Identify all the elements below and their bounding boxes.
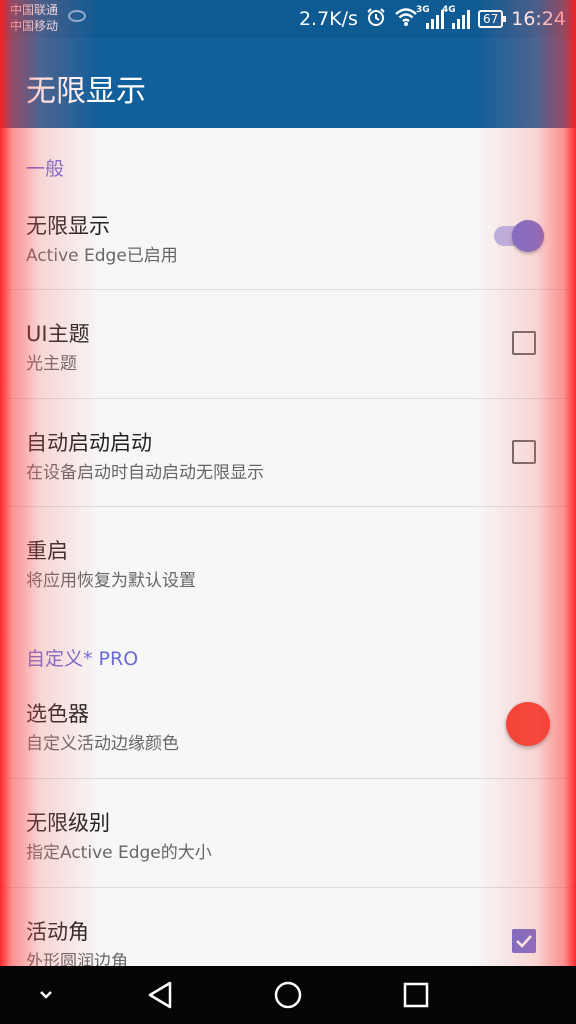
battery-icon: 67 [477,10,507,28]
pref-subtitle: Active Edge已启用 [26,246,178,266]
signal-4g-icon: 4G [442,5,470,29]
pref-subtitle: 自定义活动边缘颜色 [26,734,179,754]
pref-title: UI主题 [26,322,90,346]
theme-checkbox[interactable] [512,331,536,355]
color-swatch[interactable] [506,702,550,746]
clock: 16:24 [511,8,566,30]
carrier-2: 中国移动 [10,19,59,33]
pref-color-picker[interactable]: 选色器 自定义活动边缘颜色 [0,670,576,778]
recents-button[interactable] [396,966,436,1024]
pref-title: 活动角 [26,920,89,944]
wifi-icon [394,7,418,32]
check-icon [516,935,532,948]
pref-infinite-display[interactable]: 无限显示 Active Edge已启用 [0,190,576,290]
carrier-1: 中国联通 [10,3,59,17]
home-button[interactable] [268,966,308,1024]
pref-title: 选色器 [26,702,89,726]
triangle-back-icon [148,981,172,1009]
carrier-info: 中国联通 中国移动 [10,2,58,34]
pref-ui-theme[interactable]: UI主题 光主题 [0,290,576,398]
pref-reset[interactable]: 重启 将应用恢复为默认设置 [0,507,576,607]
pref-subtitle: 在设备启动时自动启动无限显示 [26,463,264,483]
pref-title: 重启 [26,539,68,563]
square-recent-icon [403,982,429,1008]
pref-title: 无限显示 [26,214,110,238]
category-custom: 自定义* PRO [26,648,139,670]
pref-subtitle: 将应用恢复为默认设置 [26,571,196,591]
pref-title: 自动启动启动 [26,431,152,455]
alarm-icon [366,7,386,32]
pref-title: 无限级别 [26,811,110,835]
pref-auto-start[interactable]: 自动启动启动 在设备启动时自动启动无限显示 [0,399,576,507]
network-speed: 2.7K/s [298,8,358,30]
pref-subtitle: 外形圆润边角 [26,952,128,966]
pref-edge-size[interactable]: 无限级别 指定Active Edge的大小 [0,779,576,887]
status-indicators: 2.7K/s 3G 4G 67 16:24 [299,0,566,38]
app-bar: 无限显示 [0,38,576,128]
status-bar: 中国联通 中国移动 2.7K/s 3G 4G 67 16:24 [0,0,576,38]
settings-list[interactable]: 一般 无限显示 Active Edge已启用 UI主题 光主题 自动启动启动 在… [0,128,576,966]
switch-thumb[interactable] [512,220,544,252]
pref-active-corners[interactable]: 活动角 外形圆润边角 [0,888,576,966]
corners-checkbox[interactable] [512,929,536,953]
circle-home-icon [274,981,302,1009]
page-title: 无限显示 [26,74,146,109]
pref-subtitle: 光主题 [26,354,77,374]
pref-subtitle: 指定Active Edge的大小 [26,843,212,863]
auto-start-checkbox[interactable] [512,440,536,464]
eye-icon [68,10,86,22]
category-general: 一般 [26,158,65,180]
chevron-down-icon[interactable] [26,966,66,1024]
navigation-bar [0,966,576,1024]
back-button[interactable] [140,966,180,1024]
